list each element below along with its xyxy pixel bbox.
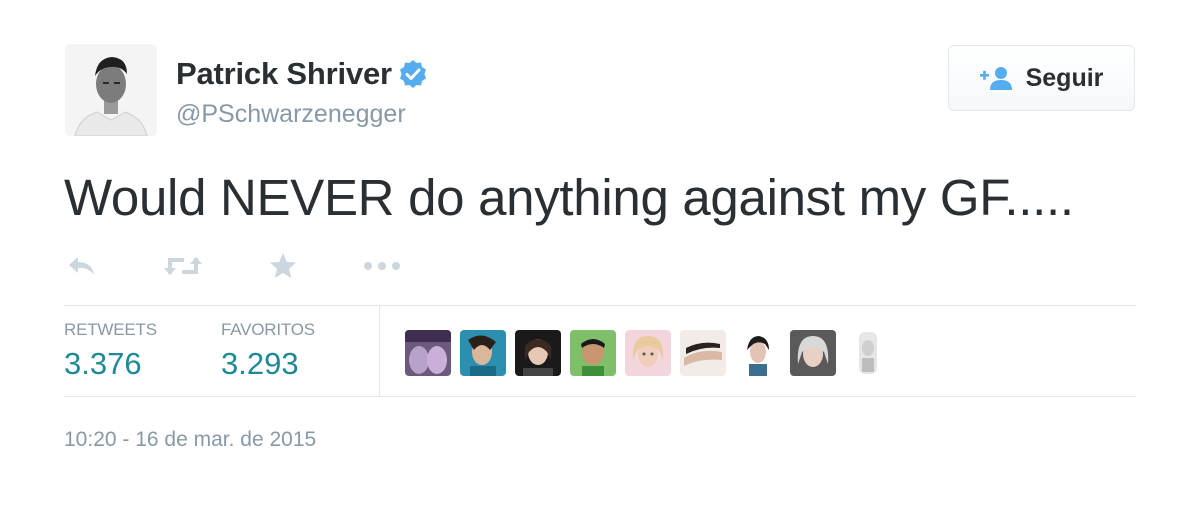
- favoriter-avatar[interactable]: [570, 330, 616, 376]
- follow-icon: [979, 65, 1016, 91]
- verified-badge-icon: [398, 59, 428, 89]
- tweet-text: Would NEVER do anything against my GF...…: [64, 169, 1074, 226]
- more-icon: [362, 259, 402, 277]
- follow-button-label: Seguir: [1025, 63, 1104, 92]
- follow-button[interactable]: Seguir: [948, 45, 1135, 111]
- user-avatar[interactable]: [65, 44, 157, 136]
- retweet-icon: [162, 252, 204, 285]
- favoriter-avatar[interactable]: [790, 330, 836, 376]
- favoriter-avatar[interactable]: [625, 330, 671, 376]
- user-name-row: Patrick Shriver: [176, 56, 428, 92]
- favoriter-avatar[interactable]: [515, 330, 561, 376]
- more-button[interactable]: [362, 250, 402, 286]
- retweets-count: 3.376: [64, 346, 142, 381]
- favoriter-avatar[interactable]: [735, 330, 781, 376]
- favorites-label: FAVORITOS: [221, 320, 315, 339]
- favorites-stat[interactable]: FAVORITOS 3.293: [221, 320, 315, 382]
- stats-separator: [379, 306, 380, 396]
- user-handle[interactable]: @PSchwarzenegger: [176, 100, 406, 129]
- reply-button[interactable]: [66, 250, 98, 286]
- tweet-card: Patrick Shriver @PSchwarzenegger Seguir …: [0, 0, 1200, 511]
- retweets-stat[interactable]: RETWEETS 3.376: [64, 320, 157, 382]
- favoriter-avatar[interactable]: [680, 330, 726, 376]
- tweet-timestamp[interactable]: 10:20 - 16 de mar. de 2015: [64, 428, 316, 452]
- retweet-button[interactable]: [162, 250, 204, 286]
- user-name[interactable]: Patrick Shriver: [176, 56, 392, 92]
- favorites-count: 3.293: [221, 346, 299, 381]
- favoriter-avatar[interactable]: [460, 330, 506, 376]
- favorite-button[interactable]: [268, 250, 298, 286]
- favoriter-avatar[interactable]: [405, 330, 451, 376]
- retweets-label: RETWEETS: [64, 320, 157, 339]
- reply-icon: [66, 253, 98, 284]
- favoriter-avatar[interactable]: [845, 330, 891, 376]
- avatar-image: [65, 44, 157, 136]
- divider-bottom: [64, 396, 1136, 397]
- star-icon: [268, 251, 298, 286]
- tweet-stats: RETWEETS 3.376 FAVORITOS 3.293: [64, 306, 1136, 396]
